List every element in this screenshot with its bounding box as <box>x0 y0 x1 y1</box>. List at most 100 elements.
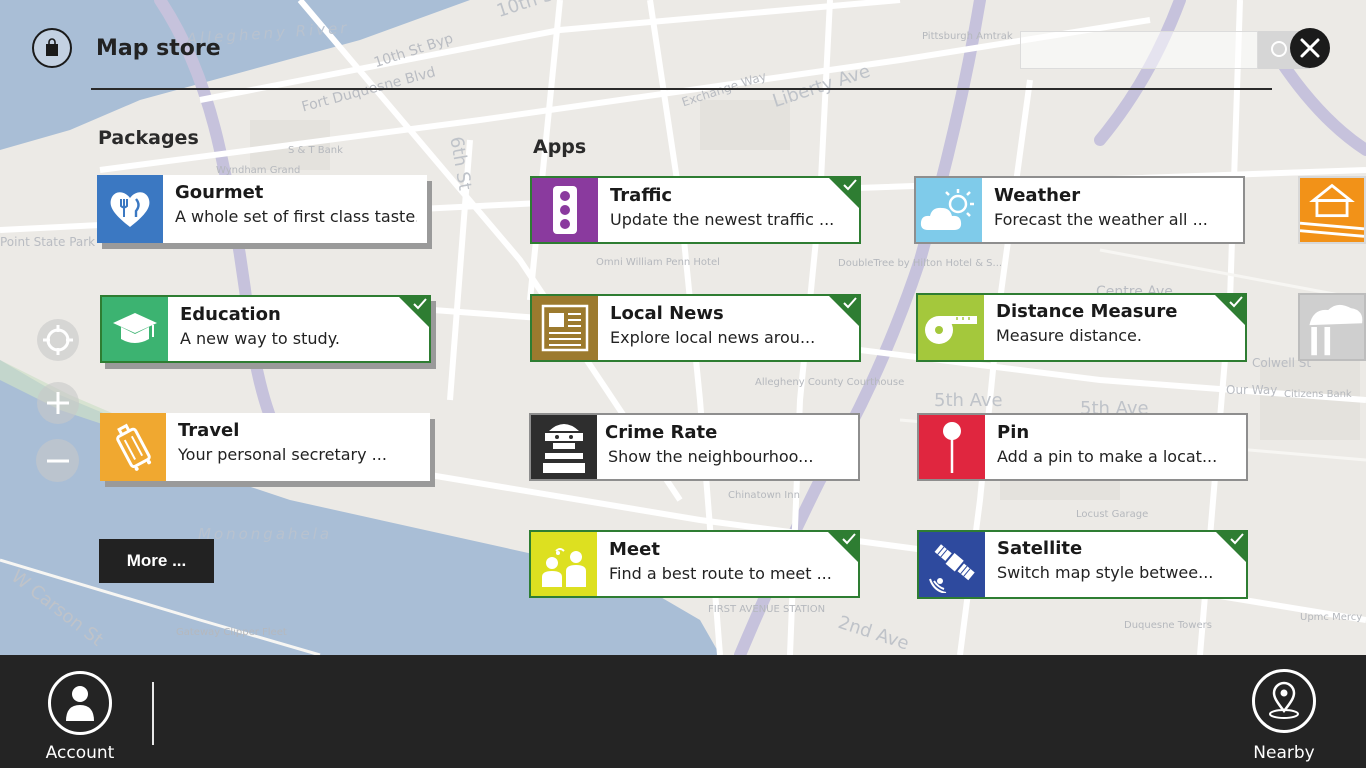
account-label: Account <box>45 743 115 763</box>
checkmark-icon <box>413 298 427 310</box>
tile-icon-box <box>532 296 598 360</box>
map-label: Gateway Clipper Fleet <box>176 627 287 638</box>
minus-icon <box>46 459 69 462</box>
close-button[interactable] <box>1290 28 1330 68</box>
map-label: Omni William Penn Hotel <box>596 257 720 268</box>
tile-title: Weather <box>994 185 1081 206</box>
checkmark-icon <box>1229 296 1243 308</box>
satellite-icon <box>929 543 975 593</box>
apps-heading: Apps <box>533 136 587 158</box>
heart-cutlery-icon <box>110 192 150 227</box>
graduation-cap-icon <box>113 313 157 343</box>
checkmark-icon <box>1230 533 1244 545</box>
close-icon <box>1300 38 1320 58</box>
app-tile-partial-factory[interactable] <box>1298 293 1366 361</box>
newspaper-icon <box>541 304 589 352</box>
plus-icon <box>47 392 69 414</box>
tape-measure-icon <box>925 315 977 344</box>
tile-description: Add a pin to make a locat... <box>997 447 1218 466</box>
map-label: Pittsburgh Amtrak <box>922 31 1013 42</box>
tile-title: Satellite <box>997 538 1083 559</box>
tile-title: Traffic <box>610 185 673 206</box>
tile-description: Your personal secretary ... <box>178 445 387 464</box>
tile-title: Crime Rate <box>605 422 718 443</box>
checkmark-icon <box>842 533 856 545</box>
checkmark-icon <box>843 179 857 191</box>
search-box[interactable] <box>1020 31 1258 69</box>
tile-description: Show the neighbourhoo... <box>608 447 814 466</box>
person-icon <box>66 686 94 721</box>
shopping-bag-icon <box>46 38 58 56</box>
tile-description: Measure distance. <box>996 326 1142 345</box>
zoom-out-button[interactable] <box>36 439 79 482</box>
map-label: Citizens Bank <box>1284 389 1352 400</box>
app-tile-meet[interactable]: Meet Find a best route to meet ... <box>529 530 860 598</box>
nearby-circle <box>1252 669 1316 733</box>
app-tile-partial-house[interactable] <box>1298 176 1366 244</box>
map-label: Duquesne Towers <box>1124 620 1212 631</box>
tile-title: Distance Measure <box>996 301 1178 322</box>
tile-title: Education <box>180 304 281 325</box>
tile-icon-box <box>916 178 982 242</box>
robber-icon <box>543 424 585 473</box>
people-meet-icon <box>542 548 586 587</box>
house-icon <box>1300 183 1364 238</box>
map-label: S & T Bank <box>288 145 343 156</box>
nearby-label: Nearby <box>1253 743 1315 763</box>
account-button[interactable]: Account <box>40 671 120 763</box>
package-tile-travel[interactable]: Travel Your personal secretary ... <box>100 413 430 481</box>
app-tile-distance-measure[interactable]: Distance Measure Measure distance. <box>916 293 1247 362</box>
account-circle <box>48 671 112 735</box>
map-label: Locust Garage <box>1076 509 1149 520</box>
tile-title: Meet <box>609 539 660 560</box>
map-label: Monongahela <box>198 525 333 543</box>
app-tile-satellite[interactable]: Satellite Switch map style betwee... <box>917 530 1248 599</box>
tile-icon-box <box>97 175 163 243</box>
tile-description: Switch map style betwee... <box>997 563 1214 582</box>
map-label: Chinatown Inn <box>728 490 800 501</box>
app-tile-traffic[interactable]: Traffic Update the newest traffic ... <box>530 176 861 244</box>
tile-description: A whole set of first class taste. <box>175 207 417 226</box>
app-tile-pin[interactable]: Pin Add a pin to make a locat... <box>917 413 1248 481</box>
tile-icon-box <box>532 178 598 242</box>
factory-icon <box>1309 304 1363 356</box>
search-icon <box>1271 41 1287 57</box>
tile-description: Forecast the weather all ... <box>994 210 1208 229</box>
nearby-button[interactable]: Nearby <box>1244 669 1324 763</box>
map-label: DoubleTree by Hilton Hotel & S... <box>838 258 1003 269</box>
tile-description: Find a best route to meet ... <box>609 564 832 583</box>
map-label: Our Way <box>1226 383 1278 397</box>
search-input[interactable] <box>1021 32 1257 68</box>
tile-icon-box <box>531 532 597 596</box>
map-label: Upmc Mercy <box>1300 612 1363 623</box>
tile-icon-box <box>531 415 597 479</box>
tile-description: Update the newest traffic ... <box>610 210 835 229</box>
app-tile-weather[interactable]: Weather Forecast the weather all ... <box>914 176 1245 244</box>
tile-title: Pin <box>997 422 1030 443</box>
tile-icon-box <box>919 415 985 479</box>
zoom-in-button[interactable] <box>37 382 79 424</box>
app-tile-crime-rate[interactable]: Crime Rate Show the neighbourhoo... <box>529 413 860 481</box>
tile-title: Travel <box>178 420 240 441</box>
map-store-icon <box>32 28 72 68</box>
tile-icon-box <box>919 532 985 597</box>
locate-me-button[interactable] <box>37 319 79 361</box>
checkmark-icon <box>843 297 857 309</box>
more-packages-button[interactable]: More ... <box>99 539 214 583</box>
tile-icon-box <box>102 297 168 361</box>
header-divider <box>91 88 1272 90</box>
pushpin-icon <box>943 422 961 473</box>
location-pin-icon <box>1269 681 1299 719</box>
tile-title: Gourmet <box>175 182 264 203</box>
bottom-app-bar <box>0 655 1366 768</box>
package-tile-education[interactable]: Education A new way to study. <box>100 295 431 363</box>
package-tile-gourmet[interactable]: Gourmet A whole set of first class taste… <box>97 175 427 243</box>
packages-heading: Packages <box>98 127 199 149</box>
map-label: Allegheny County Courthouse <box>755 377 905 388</box>
tile-description: A new way to study. <box>180 329 340 348</box>
map-label: FIRST AVENUE STATION <box>708 604 826 615</box>
map-label: Point State Park <box>0 235 96 249</box>
suitcase-icon <box>116 423 152 471</box>
app-tile-local-news[interactable]: Local News Explore local news arou... <box>530 294 861 362</box>
map-label: 5th Ave <box>934 390 1003 411</box>
